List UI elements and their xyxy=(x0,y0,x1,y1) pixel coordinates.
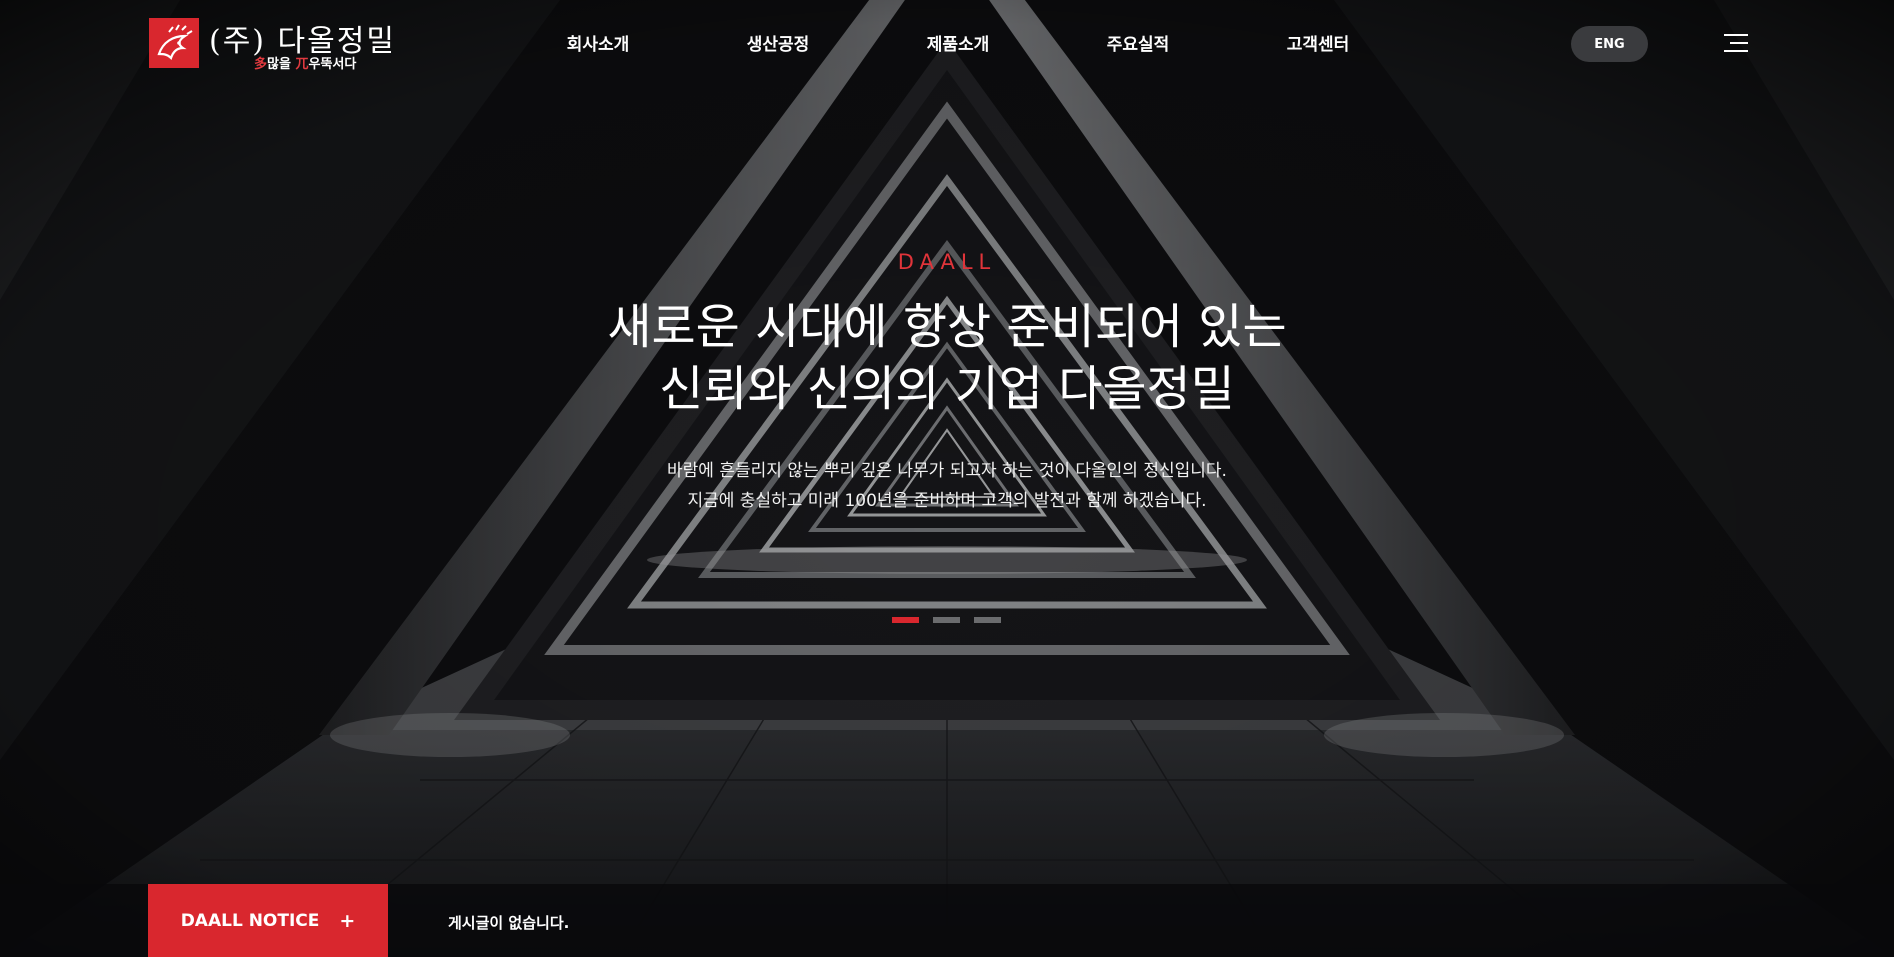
hero-headline-line-1: 새로운 시대에 항상 준비되어 있는 xyxy=(607,299,1287,355)
slogan-hanja-1: 多 xyxy=(254,57,268,72)
nav-item-products[interactable]: 제품소개 xyxy=(927,30,990,55)
hero-headline: 새로운 시대에 항상 준비되어 있는 신뢰와 신의의 기업 다올정밀 xyxy=(0,296,1894,420)
nav-item-production[interactable]: 생산공정 xyxy=(747,30,810,55)
slide-pager-dot-3[interactable] xyxy=(974,617,1001,623)
notice-more-button[interactable]: DAALL NOTICE + xyxy=(148,884,388,957)
hero-description-line-2: 지금에 충실하고 미래 100년을 준비하며 고객의 발전과 함께 하겠습니다. xyxy=(687,491,1207,511)
slogan-hanja-2: 兀 xyxy=(295,57,309,72)
nav-item-achievements[interactable]: 주요실적 xyxy=(1107,30,1170,55)
slogan-text-2: 우뚝서다 xyxy=(308,57,357,72)
logo-emblem-icon xyxy=(149,18,199,68)
hero-headline-line-2: 신뢰와 신의의 기업 다올정밀 xyxy=(659,361,1235,417)
logo-slogan: 多많을 兀우뚝서다 xyxy=(254,53,356,72)
hero-eyebrow: DAALL xyxy=(897,250,997,274)
site-header: (주) 다올정밀 多많을 兀우뚝서다 회사소개 생산공정 제품소개 주요실적 고… xyxy=(0,0,1894,90)
company-logo[interactable]: (주) 다올정밀 多많을 兀우뚝서다 xyxy=(149,18,419,72)
hero-description-line-1: 바람에 흔들리지 않는 뿌리 깊은 나무가 되고자 하는 것이 다올인의 정신입… xyxy=(667,461,1227,481)
slogan-text-1: 많을 xyxy=(267,57,296,72)
notice-message: 게시글이 없습니다. xyxy=(448,914,570,932)
slide-pager-dot-1[interactable] xyxy=(892,617,919,623)
hamburger-menu-icon[interactable] xyxy=(1724,34,1748,52)
hero-description: 바람에 흔들리지 않는 뿌리 깊은 나무가 되고자 하는 것이 다올인의 정신입… xyxy=(0,456,1894,516)
slide-pager-dot-2[interactable] xyxy=(933,617,960,623)
plus-icon: + xyxy=(339,909,356,932)
nav-item-customer-center[interactable]: 고객센터 xyxy=(1287,30,1350,55)
notice-button-label: DAALL NOTICE xyxy=(180,910,320,931)
nav-item-company[interactable]: 회사소개 xyxy=(567,30,630,55)
language-toggle-button[interactable]: ENG xyxy=(1571,26,1648,62)
notice-bar: DAALL NOTICE + 게시글이 없습니다. xyxy=(0,884,1894,957)
